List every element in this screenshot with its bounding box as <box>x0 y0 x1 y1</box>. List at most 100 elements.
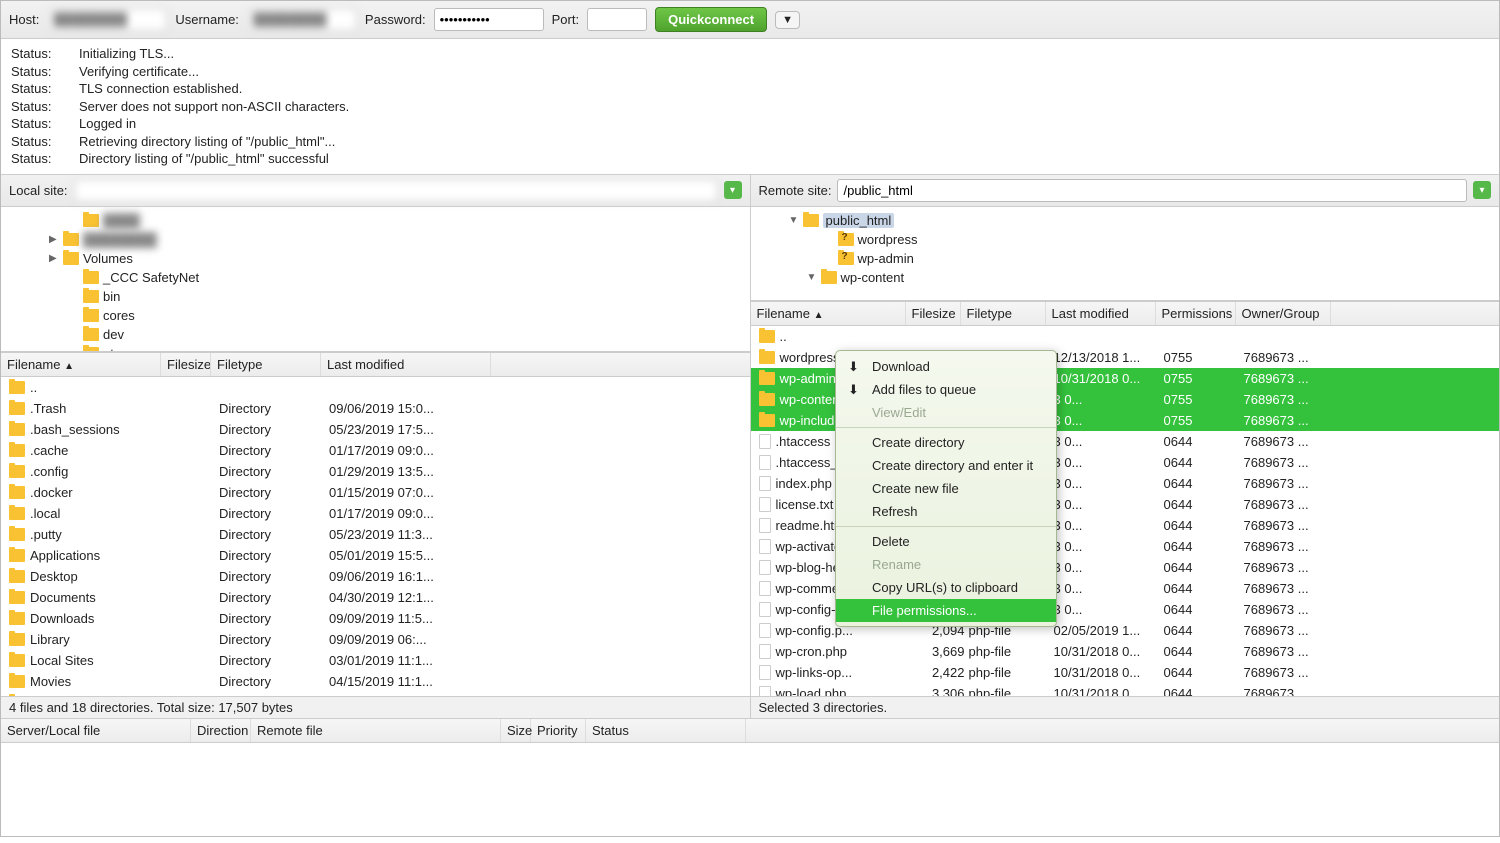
file-modified: 04/15/2019 11:1... <box>327 673 497 690</box>
file-row[interactable]: .bash_sessionsDirectory05/23/2019 17:5..… <box>1 419 750 440</box>
file-permissions: 0755 <box>1162 349 1242 366</box>
queue-column-headers[interactable]: Server/Local file Direction Remote file … <box>1 718 1499 743</box>
port-input[interactable] <box>587 8 647 31</box>
menu-item[interactable]: Copy URL(s) to clipboard <box>836 576 1056 599</box>
tree-item[interactable]: cores <box>9 306 742 325</box>
file-icon <box>759 497 771 512</box>
file-owner: 7689673 ... <box>1242 685 1337 696</box>
local-site-dropdown[interactable]: ▾ <box>724 181 742 199</box>
tree-item[interactable]: ▼public_html <box>759 211 1492 230</box>
tree-item[interactable]: _CCC SafetyNet <box>9 268 742 287</box>
message-log: Status:Initializing TLS...Status:Verifyi… <box>1 39 1499 175</box>
file-row[interactable]: DocumentsDirectory04/30/2019 12:1... <box>1 587 750 608</box>
file-name: Movies <box>30 674 71 689</box>
remote-site-dropdown[interactable]: ▾ <box>1473 181 1491 199</box>
file-owner: 7689673 ... <box>1242 559 1337 576</box>
file-row[interactable]: .puttyDirectory05/23/2019 11:3... <box>1 524 750 545</box>
tree-item[interactable]: ▶ ████████ <box>9 230 742 249</box>
file-row[interactable]: DesktopDirectory09/06/2019 16:1... <box>1 566 750 587</box>
tree-label: Volumes <box>83 251 133 266</box>
file-permissions: 0644 <box>1162 475 1242 492</box>
quickconnect-button[interactable]: Quickconnect <box>655 7 767 32</box>
sort-asc-icon: ▲ <box>814 310 824 321</box>
file-row[interactable]: .dockerDirectory01/15/2019 07:0... <box>1 482 750 503</box>
file-owner: 7689673 ... <box>1242 349 1337 366</box>
menu-item[interactable]: File permissions... <box>836 599 1056 622</box>
disclosure-icon[interactable]: ▶ <box>49 234 59 245</box>
file-row[interactable]: wp-cron.php3,669php-file10/31/2018 0...0… <box>751 641 1500 662</box>
tree-item[interactable]: ▶ Volumes <box>9 249 742 268</box>
quickconnect-dropdown[interactable]: ▼ <box>775 11 800 29</box>
file-row[interactable]: .configDirectory01/29/2019 13:5... <box>1 461 750 482</box>
menu-item[interactable]: Refresh <box>836 500 1056 523</box>
folder-icon <box>9 465 25 478</box>
local-file-list[interactable]: ...TrashDirectory09/06/2019 15:0....bash… <box>1 377 750 696</box>
tree-item[interactable]: wp-admin <box>759 249 1492 268</box>
tree-item[interactable]: bin <box>9 287 742 306</box>
menu-item[interactable]: Create directory <box>836 431 1056 454</box>
file-name: Downloads <box>30 611 94 626</box>
menu-item[interactable]: Create new file <box>836 477 1056 500</box>
file-name: Desktop <box>30 569 78 584</box>
tree-item[interactable]: etc <box>9 344 742 352</box>
tree-item[interactable]: ▼wp-content <box>759 268 1492 287</box>
remote-tree[interactable]: ▼public_htmlwordpresswp-admin▼wp-content <box>751 207 1500 301</box>
disclosure-icon[interactable]: ▶ <box>49 253 59 264</box>
folder-icon <box>83 309 99 322</box>
file-row[interactable]: .cacheDirectory01/17/2019 09:0... <box>1 440 750 461</box>
remote-column-headers[interactable]: Filename ▲ Filesize Filetype Last modifi… <box>751 301 1500 326</box>
tree-item[interactable]: wordpress <box>759 230 1492 249</box>
file-row[interactable]: .. <box>1 377 750 398</box>
log-message: Initializing TLS... <box>79 45 174 63</box>
file-row[interactable]: .. <box>751 326 1500 347</box>
file-type: Directory <box>217 673 327 690</box>
file-modified: 01/15/2019 07:0... <box>327 484 497 501</box>
local-tree[interactable]: ████ ▶ ████████ ▶ Volumes _CCC SafetyNet bin co… <box>1 207 750 352</box>
tree-label: bin <box>103 289 120 304</box>
local-site-input[interactable] <box>74 179 718 202</box>
username-input[interactable] <box>247 8 357 31</box>
menu-item[interactable]: ⬇Download <box>836 355 1056 378</box>
password-input[interactable] <box>434 8 544 31</box>
folder-icon <box>759 393 775 406</box>
file-row[interactable]: wp-load.php3,306php-file10/31/2018 0...0… <box>751 683 1500 696</box>
file-permissions: 0644 <box>1162 601 1242 618</box>
file-row[interactable]: .localDirectory01/17/2019 09:0... <box>1 503 750 524</box>
file-row[interactable]: DownloadsDirectory09/09/2019 11:5... <box>1 608 750 629</box>
remote-site-input[interactable] <box>837 179 1467 202</box>
file-name: .htaccess <box>776 434 831 449</box>
file-row[interactable]: Movies Directory04/15/2019 11:1... <box>1 671 750 692</box>
file-row[interactable]: Local SitesDirectory03/01/2019 11:1... <box>1 650 750 671</box>
menu-item[interactable]: ⬇Add files to queue <box>836 378 1056 401</box>
disclosure-icon[interactable]: ▼ <box>807 272 817 283</box>
file-modified: 09/09/2019 06:... <box>327 631 497 648</box>
file-icon <box>759 644 771 659</box>
file-owner: 7689673 ... <box>1242 538 1337 555</box>
local-column-headers[interactable]: Filename ▲ Filesize Filetype Last modifi… <box>1 352 750 377</box>
file-modified <box>1052 335 1162 337</box>
file-name: Local Sites <box>30 653 94 668</box>
menu-item[interactable]: Delete <box>836 530 1056 553</box>
file-owner: 7689673 ... <box>1242 517 1337 534</box>
folder-icon <box>83 271 99 284</box>
menu-item[interactable]: Create directory and enter it <box>836 454 1056 477</box>
folder-icon <box>9 507 25 520</box>
menu-label: View/Edit <box>872 405 926 420</box>
file-permissions: 0755 <box>1162 412 1242 429</box>
folder-icon <box>9 381 25 394</box>
file-type: Directory <box>217 547 327 564</box>
tree-item[interactable]: ████ <box>9 211 742 230</box>
file-row[interactable]: wp-links-op...2,422php-file10/31/2018 0.… <box>751 662 1500 683</box>
file-row[interactable]: LibraryDirectory09/09/2019 06:... <box>1 629 750 650</box>
disclosure-icon[interactable]: ▼ <box>789 215 799 226</box>
tree-label: dev <box>103 327 124 342</box>
host-input[interactable] <box>47 8 167 31</box>
tree-item[interactable]: dev <box>9 325 742 344</box>
file-row[interactable]: ApplicationsDirectory05/01/2019 15:5... <box>1 545 750 566</box>
file-name: wp-load.php <box>776 686 847 696</box>
file-row[interactable]: .TrashDirectory09/06/2019 15:0... <box>1 398 750 419</box>
file-modified: 3 0... <box>1052 580 1162 597</box>
menu-label: Rename <box>872 557 921 572</box>
tree-label: ████████ <box>83 232 157 247</box>
menu-label: Create directory <box>872 435 964 450</box>
